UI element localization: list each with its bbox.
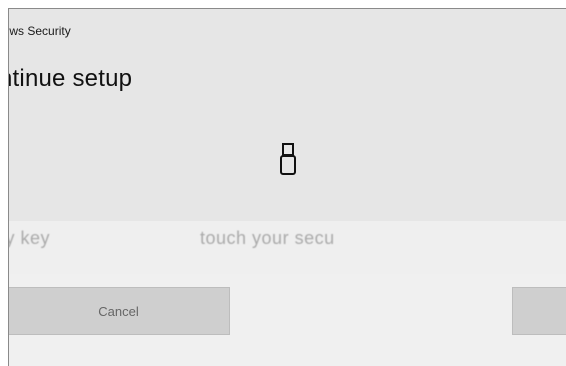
dialog-heading: ntinue setup — [8, 65, 133, 92]
windows-security-dialog: dows Security ntinue setup rity key touch… — [8, 8, 566, 366]
cancel-button[interactable]: Cancel — [9, 287, 230, 335]
instruction-message-left: rity key — [9, 228, 51, 248]
window-title: dows Security — [9, 24, 71, 38]
instruction-message-right: touch your secu — [200, 228, 335, 248]
ok-button[interactable] — [512, 287, 566, 335]
usb-security-key-icon — [280, 143, 296, 175]
instruction-message: rity key touch your secu — [9, 228, 335, 249]
